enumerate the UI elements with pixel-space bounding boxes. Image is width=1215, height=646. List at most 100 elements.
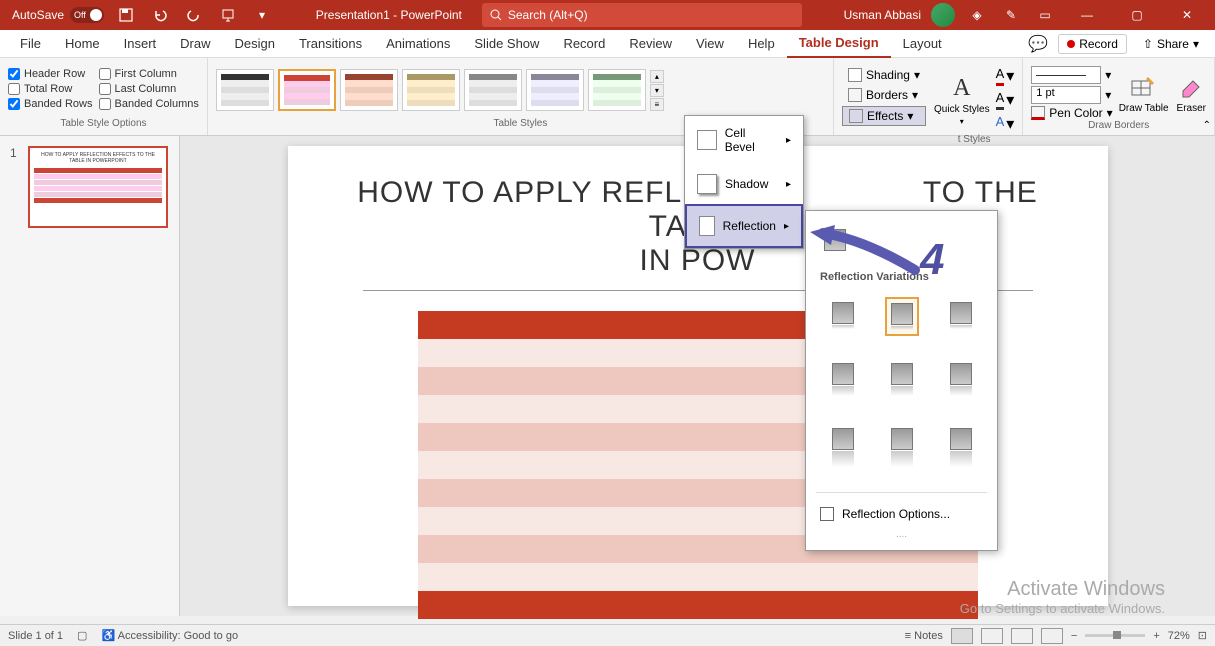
tab-table-design[interactable]: Table Design xyxy=(787,30,891,58)
record-dot-icon xyxy=(1067,40,1075,48)
ribbon-display-icon[interactable]: ▭ xyxy=(1033,3,1057,27)
tab-transitions[interactable]: Transitions xyxy=(287,30,374,58)
reflection-variation-4[interactable] xyxy=(827,358,859,401)
menu-item-shadow[interactable]: Shadow ▸ xyxy=(685,164,803,204)
user-avatar[interactable] xyxy=(931,3,955,27)
shading-button[interactable]: Shading▾ xyxy=(842,66,926,84)
workspace: 1 HOW TO APPLY REFLECTION EFFECTS TO THE… xyxy=(0,136,1215,616)
draw-table-button[interactable]: Draw Table xyxy=(1119,73,1169,114)
reflection-variation-3[interactable] xyxy=(945,297,977,336)
slide-counter[interactable]: Slide 1 of 1 xyxy=(8,630,63,642)
eraser-button[interactable]: Eraser xyxy=(1177,73,1206,114)
zoom-in-button[interactable]: + xyxy=(1153,630,1159,642)
accessibility-status[interactable]: ♿ Accessibility: Good to go xyxy=(101,629,238,642)
reflection-variation-8[interactable] xyxy=(886,423,918,472)
draw-table-icon xyxy=(1130,73,1158,101)
reading-view-button[interactable] xyxy=(1011,628,1033,644)
checkbox-banded-columns[interactable]: Banded Columns xyxy=(99,98,199,110)
menu-item-cell-bevel[interactable]: Cell Bevel ▸ xyxy=(685,116,803,164)
zoom-level[interactable]: 72% xyxy=(1168,630,1190,642)
reflection-variation-1[interactable] xyxy=(827,297,859,336)
sorter-view-button[interactable] xyxy=(981,628,1003,644)
autosave-switch[interactable]: Off xyxy=(70,7,104,23)
language-icon[interactable]: ▢ xyxy=(77,629,87,642)
text-effects-button[interactable]: A▾ xyxy=(996,114,1015,134)
search-input[interactable]: Search (Alt+Q) xyxy=(482,3,802,27)
gallery-up-button[interactable]: ▴ xyxy=(650,70,664,83)
notes-button[interactable]: ≡ Notes xyxy=(905,630,943,642)
normal-view-button[interactable] xyxy=(951,628,973,644)
tab-design[interactable]: Design xyxy=(223,30,287,58)
tab-layout[interactable]: Layout xyxy=(891,30,954,58)
record-button[interactable]: Record xyxy=(1058,34,1127,54)
reflection-variation-5[interactable] xyxy=(886,358,918,401)
group-shading-borders: Shading▾ Borders▾ Effects▾ xyxy=(834,58,926,135)
share-button[interactable]: ⇧Share▾ xyxy=(1135,35,1207,53)
slideshow-view-button[interactable] xyxy=(1041,628,1063,644)
reflection-icon xyxy=(699,216,715,236)
checkbox-banded-rows[interactable]: Banded Rows xyxy=(8,98,93,110)
effects-button[interactable]: Effects▾ xyxy=(842,106,926,126)
gallery-down-button[interactable]: ▾ xyxy=(650,84,664,97)
pen-weight-select[interactable]: 1 pt▾ xyxy=(1031,86,1112,104)
checkbox-header-row[interactable]: Header Row xyxy=(8,68,93,80)
reflection-options-button[interactable]: Reflection Options... xyxy=(806,499,997,529)
submenu-arrow-icon: ▸ xyxy=(786,179,791,190)
group-draw-borders: ▾ 1 pt▾ Pen Color▾ Draw Table Eraser Dra… xyxy=(1023,58,1215,135)
zoom-out-button[interactable]: − xyxy=(1071,630,1077,642)
present-icon[interactable] xyxy=(216,3,240,27)
pen-sync-icon[interactable]: ✎ xyxy=(999,3,1023,27)
minimize-button[interactable]: — xyxy=(1067,0,1107,30)
table-style-thumb-4[interactable] xyxy=(402,69,460,111)
undo-icon[interactable] xyxy=(148,3,172,27)
reflection-variation-9[interactable] xyxy=(945,423,977,472)
table-style-thumb-6[interactable] xyxy=(526,69,584,111)
slide-number: 1 xyxy=(10,146,17,160)
tab-animations[interactable]: Animations xyxy=(374,30,462,58)
tab-insert[interactable]: Insert xyxy=(112,30,169,58)
pen-style-select[interactable]: ▾ xyxy=(1031,66,1112,84)
reflection-variation-7[interactable] xyxy=(827,423,859,472)
checkbox-last-column[interactable]: Last Column xyxy=(99,83,199,95)
maximize-button[interactable]: ▢ xyxy=(1117,0,1157,30)
save-icon[interactable] xyxy=(114,3,138,27)
collapse-ribbon-button[interactable]: ⌃ xyxy=(1203,120,1211,131)
text-outline-button[interactable]: A▾ xyxy=(996,90,1015,110)
tab-home[interactable]: Home xyxy=(53,30,112,58)
menu-item-reflection[interactable]: Reflection ▸ xyxy=(685,204,803,248)
table-style-thumb-5[interactable] xyxy=(464,69,522,111)
close-button[interactable]: ✕ xyxy=(1167,0,1207,30)
ribbon-tabs: File Home Insert Draw Design Transitions… xyxy=(0,30,1215,58)
checkbox-total-row[interactable]: Total Row xyxy=(8,83,93,95)
borders-button[interactable]: Borders▾ xyxy=(842,86,926,104)
user-name: Usman Abbasi xyxy=(844,8,921,22)
reflection-variation-6[interactable] xyxy=(945,358,977,401)
gallery-more-button[interactable]: ≡ xyxy=(650,98,664,111)
tab-review[interactable]: Review xyxy=(617,30,684,58)
checkbox-first-column[interactable]: First Column xyxy=(99,68,199,80)
autosave-toggle[interactable]: AutoSave Off xyxy=(12,7,104,23)
tab-slideshow[interactable]: Slide Show xyxy=(462,30,551,58)
pen-color-button[interactable]: Pen Color▾ xyxy=(1031,106,1112,120)
tab-view[interactable]: View xyxy=(684,30,736,58)
tab-help[interactable]: Help xyxy=(736,30,787,58)
reflection-none-option[interactable] xyxy=(824,229,846,251)
redo-icon[interactable] xyxy=(182,3,206,27)
table-style-thumb-3[interactable] xyxy=(340,69,398,111)
text-fill-button[interactable]: A▾ xyxy=(996,66,1015,86)
comments-icon[interactable]: 💬 xyxy=(1026,32,1050,56)
reflection-variation-2[interactable] xyxy=(885,297,919,336)
fit-to-window-button[interactable]: ⊡ xyxy=(1198,629,1207,642)
quick-styles-icon: A xyxy=(953,75,970,102)
chevron-down-icon: ▾ xyxy=(912,88,918,102)
tab-file[interactable]: File xyxy=(8,30,53,58)
table-style-thumb-2[interactable] xyxy=(278,69,336,111)
table-style-thumb-7[interactable] xyxy=(588,69,646,111)
diamond-icon[interactable]: ◈ xyxy=(965,3,989,27)
tab-draw[interactable]: Draw xyxy=(168,30,222,58)
table-style-thumb-1[interactable] xyxy=(216,69,274,111)
zoom-slider[interactable] xyxy=(1085,634,1145,637)
slide-thumbnail-1[interactable]: HOW TO APPLY REFLECTION EFFECTS TO THE T… xyxy=(28,146,168,228)
qat-more-icon[interactable]: ▾ xyxy=(250,3,274,27)
tab-record[interactable]: Record xyxy=(551,30,617,58)
